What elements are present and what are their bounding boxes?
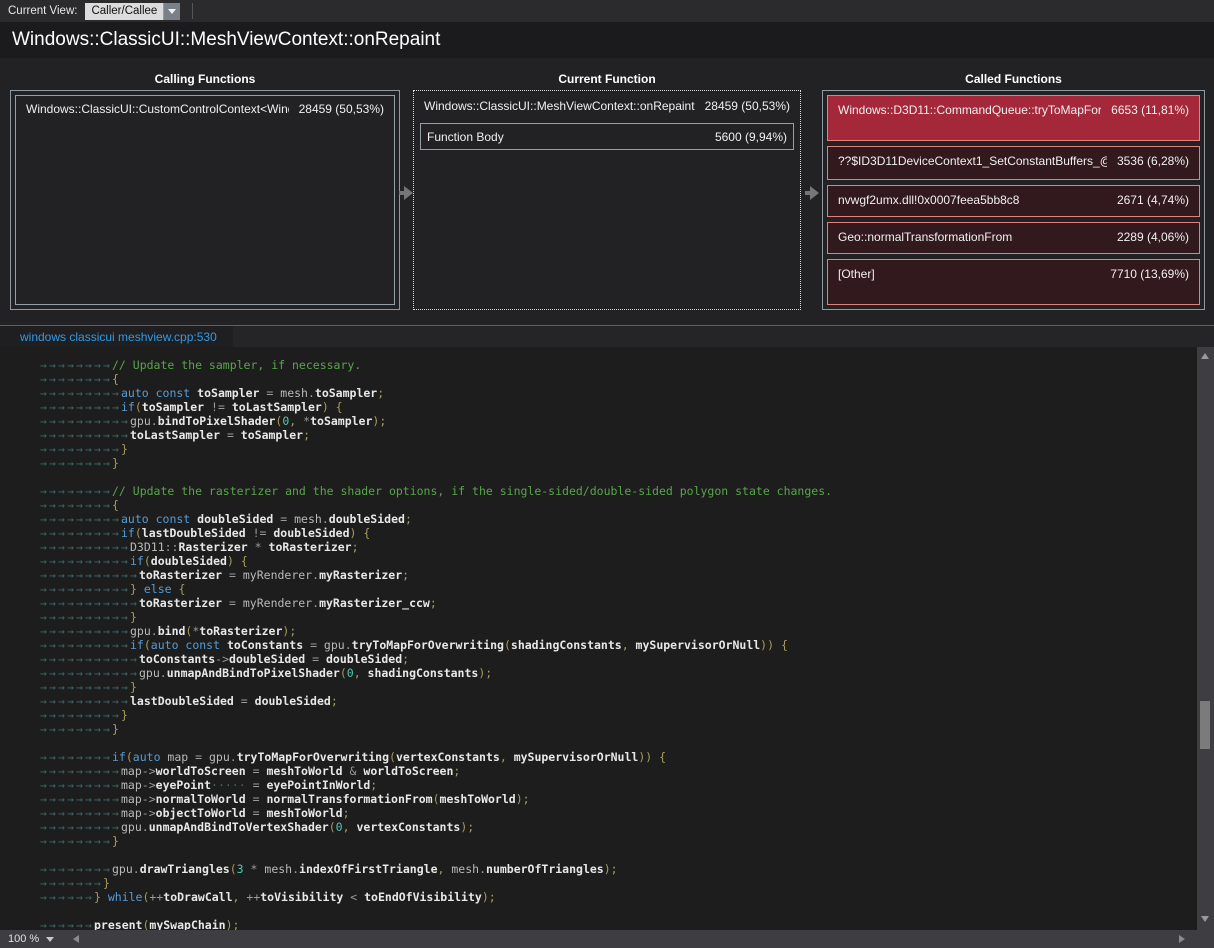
code-line	[40, 736, 1197, 750]
code-line: →→→→→→→→→→}	[40, 680, 1197, 694]
profiler-window: Current View: Caller/Callee Windows::Cla…	[0, 0, 1214, 948]
code-line	[40, 470, 1197, 484]
source-file-tab[interactable]: windows classicui meshview.cpp:530	[0, 326, 233, 347]
editor-status-bar: 100 %	[0, 930, 1197, 948]
code-line: →→→→→→→→gpu.drawTriangles(3 * mesh.index…	[40, 862, 1197, 876]
code-line: →→→→→→→→if(auto map = gpu.tryToMapForOve…	[40, 750, 1197, 764]
function-body-box[interactable]: Function Body 5600 (9,94%)	[420, 123, 794, 150]
zoom-level[interactable]: 100 %	[8, 933, 39, 945]
code-line: →→→→→→→→→→if(doubleSided) {	[40, 554, 1197, 568]
code-line: →→→→→→→→}	[40, 456, 1197, 470]
code-line: →→→→→→→→→map->worldToScreen = meshToWorl…	[40, 764, 1197, 778]
sample-count: 3536 (6,28%)	[1117, 154, 1189, 168]
function-body-label: Function Body	[427, 130, 504, 144]
scrollbar-corner	[1197, 930, 1214, 948]
code-line: →→→→→→→→→}	[40, 708, 1197, 722]
code-line: →→→→→→→→}	[40, 834, 1197, 848]
called-functions-column: Called Functions Windows::D3D11::Command…	[822, 72, 1205, 310]
code-line: →→→→→→→→→if(lastDoubleSided != doubleSid…	[40, 526, 1197, 540]
source-code-view[interactable]: →→→→→→→→// Update the sampler, if necess…	[0, 347, 1197, 930]
sample-count: 2289 (4,06%)	[1117, 230, 1189, 244]
code-line: →→→→→→→→→→if(auto const toConstants = gp…	[40, 638, 1197, 652]
called-functions-header: Called Functions	[822, 72, 1205, 88]
current-function-header: Current Function	[413, 72, 801, 88]
function-name: [Other]	[838, 267, 875, 281]
current-function-column: Current Function Windows::ClassicUI::Mes…	[413, 72, 801, 310]
code-line: →→→→→→→→→auto const doubleSided = mesh.d…	[40, 512, 1197, 526]
code-line: →→→→→→→→// Update the sampler, if necess…	[40, 358, 1197, 372]
called-function-box[interactable]: nvwgf2umx.dll!0x0007feea5bb8c8 2671 (4,74…	[827, 185, 1200, 217]
code-line: →→→→→→→}	[40, 876, 1197, 890]
code-line: →→→→→→→→→→toLastSampler = toSampler;	[40, 428, 1197, 442]
current-function-name: Windows::ClassicUI::MeshViewContext::onR…	[424, 99, 695, 113]
vertical-scrollbar[interactable]	[1197, 347, 1214, 930]
sample-count: 6653 (11,81%)	[1111, 103, 1189, 117]
calling-functions-header: Calling Functions	[10, 72, 400, 88]
code-line: →→→→→→→→→→→toConstants->doubleSided = do…	[40, 652, 1197, 666]
scroll-up-icon[interactable]	[1201, 353, 1209, 359]
function-name: Windows::ClassicUI::CustomControlContext…	[26, 102, 289, 116]
called-function-box[interactable]: Geo::normalTransformationFrom 2289 (4,06%…	[827, 222, 1200, 254]
calling-function-box[interactable]: Windows::ClassicUI::CustomControlContext…	[15, 95, 395, 305]
called-function-box[interactable]: ??$ID3D11DeviceContext1_SetConstantBuffe…	[827, 146, 1200, 180]
code-line: →→→→→→→→→→} else {	[40, 582, 1197, 596]
code-line: →→→→→→} while(++toDrawCall, ++toVisibili…	[40, 890, 1197, 904]
chevron-down-icon[interactable]	[163, 3, 180, 20]
function-name: nvwgf2umx.dll!0x0007feea5bb8c8	[838, 193, 1019, 207]
flow-arrow-icon	[399, 186, 414, 200]
code-line	[40, 848, 1197, 862]
code-line: →→→→→→present(mySwapChain);	[40, 918, 1197, 930]
current-function-row[interactable]: Windows::ClassicUI::MeshViewContext::onR…	[418, 95, 796, 113]
code-line: →→→→→→→→→→}	[40, 610, 1197, 624]
current-function-panel: Windows::ClassicUI::MeshViewContext::onR…	[413, 90, 801, 310]
code-line: →→→→→→→→→map->normalToWorld = normalTran…	[40, 792, 1197, 806]
sample-count: 2671 (4,74%)	[1117, 193, 1189, 207]
title-bar: Windows::ClassicUI::MeshViewContext::onR…	[0, 22, 1214, 58]
vertical-scrollbar-thumb[interactable]	[1200, 701, 1210, 749]
code-line: →→→→→→→→→gpu.unmapAndBindToVertexShader(…	[40, 820, 1197, 834]
function-body-value: 5600 (9,94%)	[715, 130, 787, 144]
code-line: →→→→→→→→{	[40, 372, 1197, 386]
code-line: →→→→→→→→→auto const toSampler = mesh.toS…	[40, 386, 1197, 400]
scroll-right-icon[interactable]	[1179, 935, 1185, 943]
code-line: →→→→→→→→→→→gpu.unmapAndBindToPixelShader…	[40, 666, 1197, 680]
code-line: →→→→→→→→→map->objectToWorld = meshToWorl…	[40, 806, 1197, 820]
code-line: →→→→→→→→→if(toSampler != toLastSampler) …	[40, 400, 1197, 414]
butterfly-view: Calling Functions Windows::ClassicUI::Cu…	[0, 58, 1214, 325]
called-function-box[interactable]: [Other] 7710 (13,69%)	[827, 259, 1200, 305]
current-function-value: 28459 (50,53%)	[705, 99, 790, 113]
calling-functions-column: Calling Functions Windows::ClassicUI::Cu…	[10, 72, 400, 310]
scroll-down-icon[interactable]	[1201, 916, 1209, 922]
function-name: Windows::D3D11::CommandQueue::tryToMapFo…	[838, 103, 1101, 117]
code-line: →→→→→→→→// Update the rasterizer and the…	[40, 484, 1197, 498]
code-line	[40, 904, 1197, 918]
code-line: →→→→→→→→→→→toRasterizer = myRenderer.myR…	[40, 596, 1197, 610]
code-line: →→→→→→→→}	[40, 722, 1197, 736]
code-line: →→→→→→→→{	[40, 498, 1197, 512]
current-view-label: Current View:	[8, 5, 77, 17]
calling-functions-panel: Windows::ClassicUI::CustomControlContext…	[10, 90, 400, 310]
page-title: Windows::ClassicUI::MeshViewContext::onR…	[12, 29, 440, 51]
code-line: →→→→→→→→→→gpu.bind(*toRasterizer);	[40, 624, 1197, 638]
code-line: →→→→→→→→→→→toRasterizer = myRenderer.myR…	[40, 568, 1197, 582]
called-functions-panel: Windows::D3D11::CommandQueue::tryToMapFo…	[822, 90, 1205, 310]
code-line: →→→→→→→→→→D3D11::Rasterizer * toRasteriz…	[40, 540, 1197, 554]
zoom-dropdown-icon[interactable]	[46, 937, 54, 942]
current-view-dropdown[interactable]: Caller/Callee	[85, 3, 180, 20]
sample-count: 7710 (13,69%)	[1110, 267, 1189, 281]
sample-count: 28459 (50,53%)	[299, 102, 384, 116]
called-function-box[interactable]: Windows::D3D11::CommandQueue::tryToMapFo…	[827, 95, 1200, 141]
code-line: →→→→→→→→→}	[40, 442, 1197, 456]
flow-arrow-icon	[805, 186, 820, 200]
code-line: →→→→→→→→→→lastDoubleSided = doubleSided;	[40, 694, 1197, 708]
scroll-left-icon[interactable]	[73, 935, 79, 943]
code-line: →→→→→→→→→map->eyePoint····· = eyePointIn…	[40, 778, 1197, 792]
source-tab-bar: windows classicui meshview.cpp:530	[0, 325, 1214, 347]
function-name: ??$ID3D11DeviceContext1_SetConstantBuffe…	[838, 154, 1107, 168]
function-name: Geo::normalTransformationFrom	[838, 230, 1012, 244]
view-toolbar: Current View: Caller/Callee	[0, 0, 1214, 22]
current-view-value: Caller/Callee	[85, 5, 163, 17]
toolbar-separator	[192, 3, 193, 19]
code-line: →→→→→→→→→→gpu.bindToPixelShader(0, *toSa…	[40, 414, 1197, 428]
